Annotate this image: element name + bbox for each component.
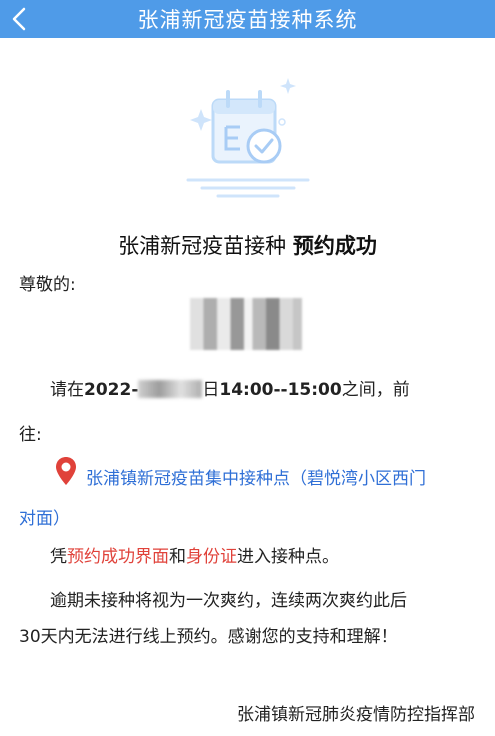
location-link[interactable]: 张浦镇新冠疫苗集中接种点（碧悦湾小区西门 — [86, 464, 426, 494]
entry-text-1: 凭 — [50, 547, 67, 567]
appointment-after: 之间，前 — [341, 380, 410, 400]
calendar-check-icon — [186, 78, 310, 198]
redacted-name — [190, 298, 302, 350]
location-link-continuation[interactable]: 对面） — [19, 504, 70, 534]
success-heading-emphasis: 预约成功 — [292, 234, 377, 258]
greeting: 尊敬的: — [19, 275, 76, 295]
entry-highlight-id-card: 身份证 — [186, 547, 237, 567]
top-bar: 张浦新冠疫苗接种系统 — [0, 0, 495, 38]
success-heading: 张浦新冠疫苗接种 预约成功 — [0, 230, 495, 260]
appointment-continuation: 往: — [19, 425, 42, 445]
back-button[interactable] — [4, 2, 34, 36]
page-title: 张浦新冠疫苗接种系统 — [137, 8, 358, 32]
no-show-warning-continuation: 30天内无法进行线上预约。感谢您的支持和理解！ — [19, 627, 398, 647]
entry-text-2: 和 — [169, 547, 186, 567]
no-show-warning: 逾期未接种将视为一次爽约，连续两次爽约此后 — [50, 591, 407, 611]
appointment-time: 请在2022- 日14:00--15:00之间，前 — [50, 375, 410, 405]
appointment-before: 请在 — [50, 380, 84, 400]
appointment-date-suffix: 日 — [202, 380, 220, 400]
entry-highlight-success-page: 预约成功界面 — [67, 547, 169, 567]
location-pin-icon — [56, 457, 76, 485]
signature: 张浦镇新冠肺炎疫情防控指挥部 — [237, 705, 475, 725]
success-heading-prefix: 张浦新冠疫苗接种 — [118, 234, 293, 258]
entry-instructions: 凭预约成功界面和身份证进入接种点。 — [50, 542, 339, 572]
chevron-left-icon — [12, 7, 26, 31]
redacted-date — [138, 380, 203, 398]
entry-text-3: 进入接种点。 — [237, 547, 339, 567]
appointment-time-range: 14:00--15:00 — [219, 380, 342, 400]
appointment-date: 2022- — [84, 380, 139, 400]
